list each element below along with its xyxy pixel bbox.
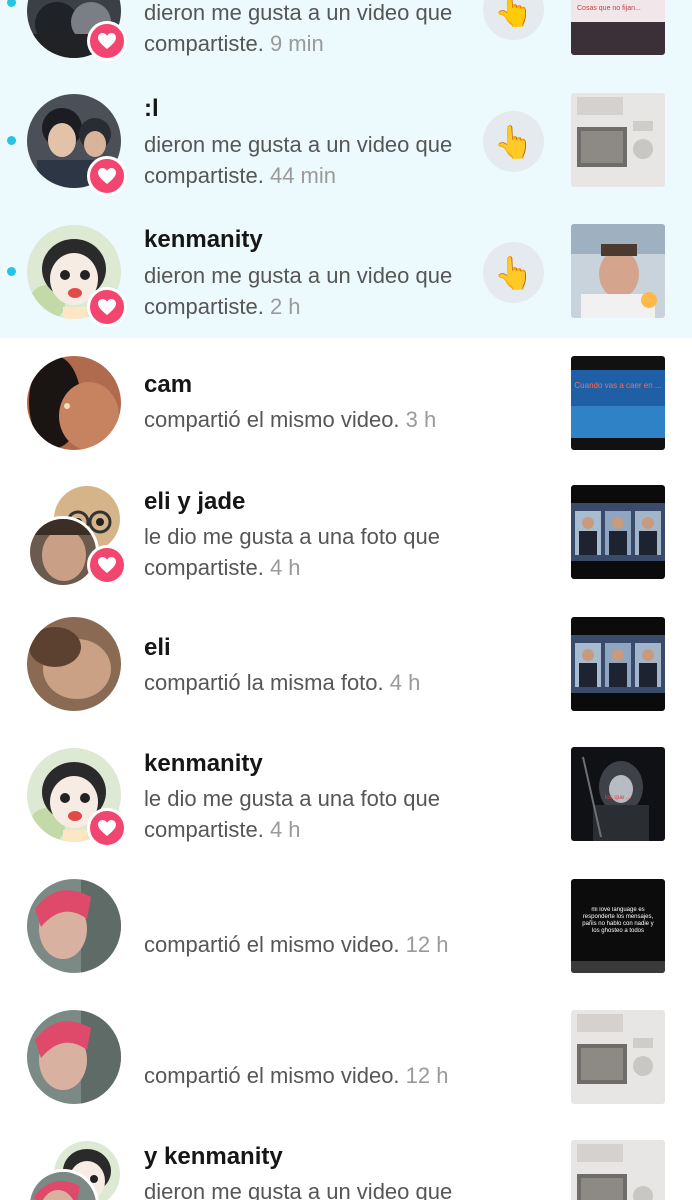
avatar[interactable] [27,516,99,588]
heart-icon [87,156,127,196]
timestamp: 4 h [269,555,301,580]
heart-icon [87,808,127,848]
avatar[interactable] [27,356,121,450]
timestamp: 4 h [269,817,301,842]
timestamp: 12 h [405,1063,449,1088]
timestamp: 4 h [389,670,421,695]
notification-row[interactable]: :l dieron me gusta a un video que compar… [0,76,692,207]
pointing-hand-icon: 👆 [493,0,534,28]
avatar[interactable] [27,617,121,711]
notification-text: dieron me gusta a un video que [144,1179,453,1200]
video-thumbnail[interactable]: Cuando vas a caer en ... [571,356,665,450]
notification-row[interactable]: eli compartió la misma foto. 4 h [0,593,692,724]
notification-row[interactable]: y kenmanity dieron me gusta a un video q… [0,1117,692,1200]
thumbnail-text: Cosas que no fijan... [577,5,641,12]
notification-row[interactable]: cam compartió el mismo video. 3 h Cuando… [0,338,692,462]
notification-text: le dio me gusta a una foto que compartis… [144,524,440,580]
notification-text: dieron me gusta a un video que compartis… [144,132,453,188]
unread-dot [7,267,16,276]
user-name[interactable]: eli [144,634,171,662]
notification-row[interactable]: compartió el mismo video. 12 h [0,986,692,1117]
heart-icon [87,545,127,585]
notification-row[interactable]: kenmanity le dio me gusta a una foto que… [0,724,692,855]
timestamp: 9 min [269,31,324,56]
pointing-hand-icon: 👆 [493,254,534,291]
avatar[interactable] [27,1010,121,1104]
timestamp: 44 min [269,163,336,188]
video-thumbnail[interactable] [571,1010,665,1104]
thumbnail-text: Cuando vas a caer en ... [574,381,661,390]
video-thumbnail[interactable]: mi love language es responderte los mens… [571,879,665,973]
photo-thumbnail[interactable] [571,485,665,579]
user-name[interactable]: :l [144,95,159,123]
notification-text: dieron me gusta a un video que compartis… [144,263,453,319]
notification-text: compartió el mismo video. 3 h [144,407,437,432]
user-name[interactable]: y kenmanity [144,1143,283,1171]
notification-row[interactable]: dieron me gusta a un video que compartis… [0,0,692,76]
timestamp: 2 h [269,294,301,319]
thumbnail-text: los que ... [605,795,631,801]
like-back-button[interactable]: 👆 [483,111,544,172]
activity-list: dieron me gusta a un video que compartis… [0,0,692,1200]
video-thumbnail[interactable] [571,93,665,187]
avatar[interactable] [27,879,121,973]
video-thumbnail[interactable] [571,224,665,318]
user-name[interactable]: kenmanity [144,750,263,778]
notification-text: compartió el mismo video. 12 h [144,932,449,957]
pointing-hand-icon: 👆 [493,123,534,160]
notification-text: le dio me gusta a una foto que compartis… [144,786,440,842]
photo-thumbnail[interactable] [571,617,665,711]
heart-icon [87,21,127,61]
like-back-button[interactable]: 👆 [483,242,544,303]
unread-dot [7,0,16,7]
notification-text: compartió el mismo video. 12 h [144,1063,449,1088]
notification-row[interactable]: kenmanity dieron me gusta a un video que… [0,207,692,338]
notification-text: dieron me gusta a un video que compartis… [144,0,453,56]
notification-row[interactable]: eli y jade le dio me gusta a una foto qu… [0,462,692,593]
timestamp: 12 h [405,932,449,957]
user-name[interactable]: eli y jade [144,488,245,516]
user-name[interactable]: kenmanity [144,226,263,254]
thumbnail-text: mi love language es responderte los mens… [582,907,654,934]
user-name[interactable]: cam [144,371,192,399]
unread-dot [7,136,16,145]
notification-row[interactable]: compartió el mismo video. 12 h mi love l… [0,855,692,986]
video-thumbnail[interactable]: Cosas que no fijan... [571,0,665,55]
video-thumbnail[interactable] [571,1140,665,1200]
notification-text: compartió la misma foto. 4 h [144,670,421,695]
photo-thumbnail[interactable]: los que ... [571,747,665,841]
heart-icon [87,287,127,327]
timestamp: 3 h [405,407,437,432]
